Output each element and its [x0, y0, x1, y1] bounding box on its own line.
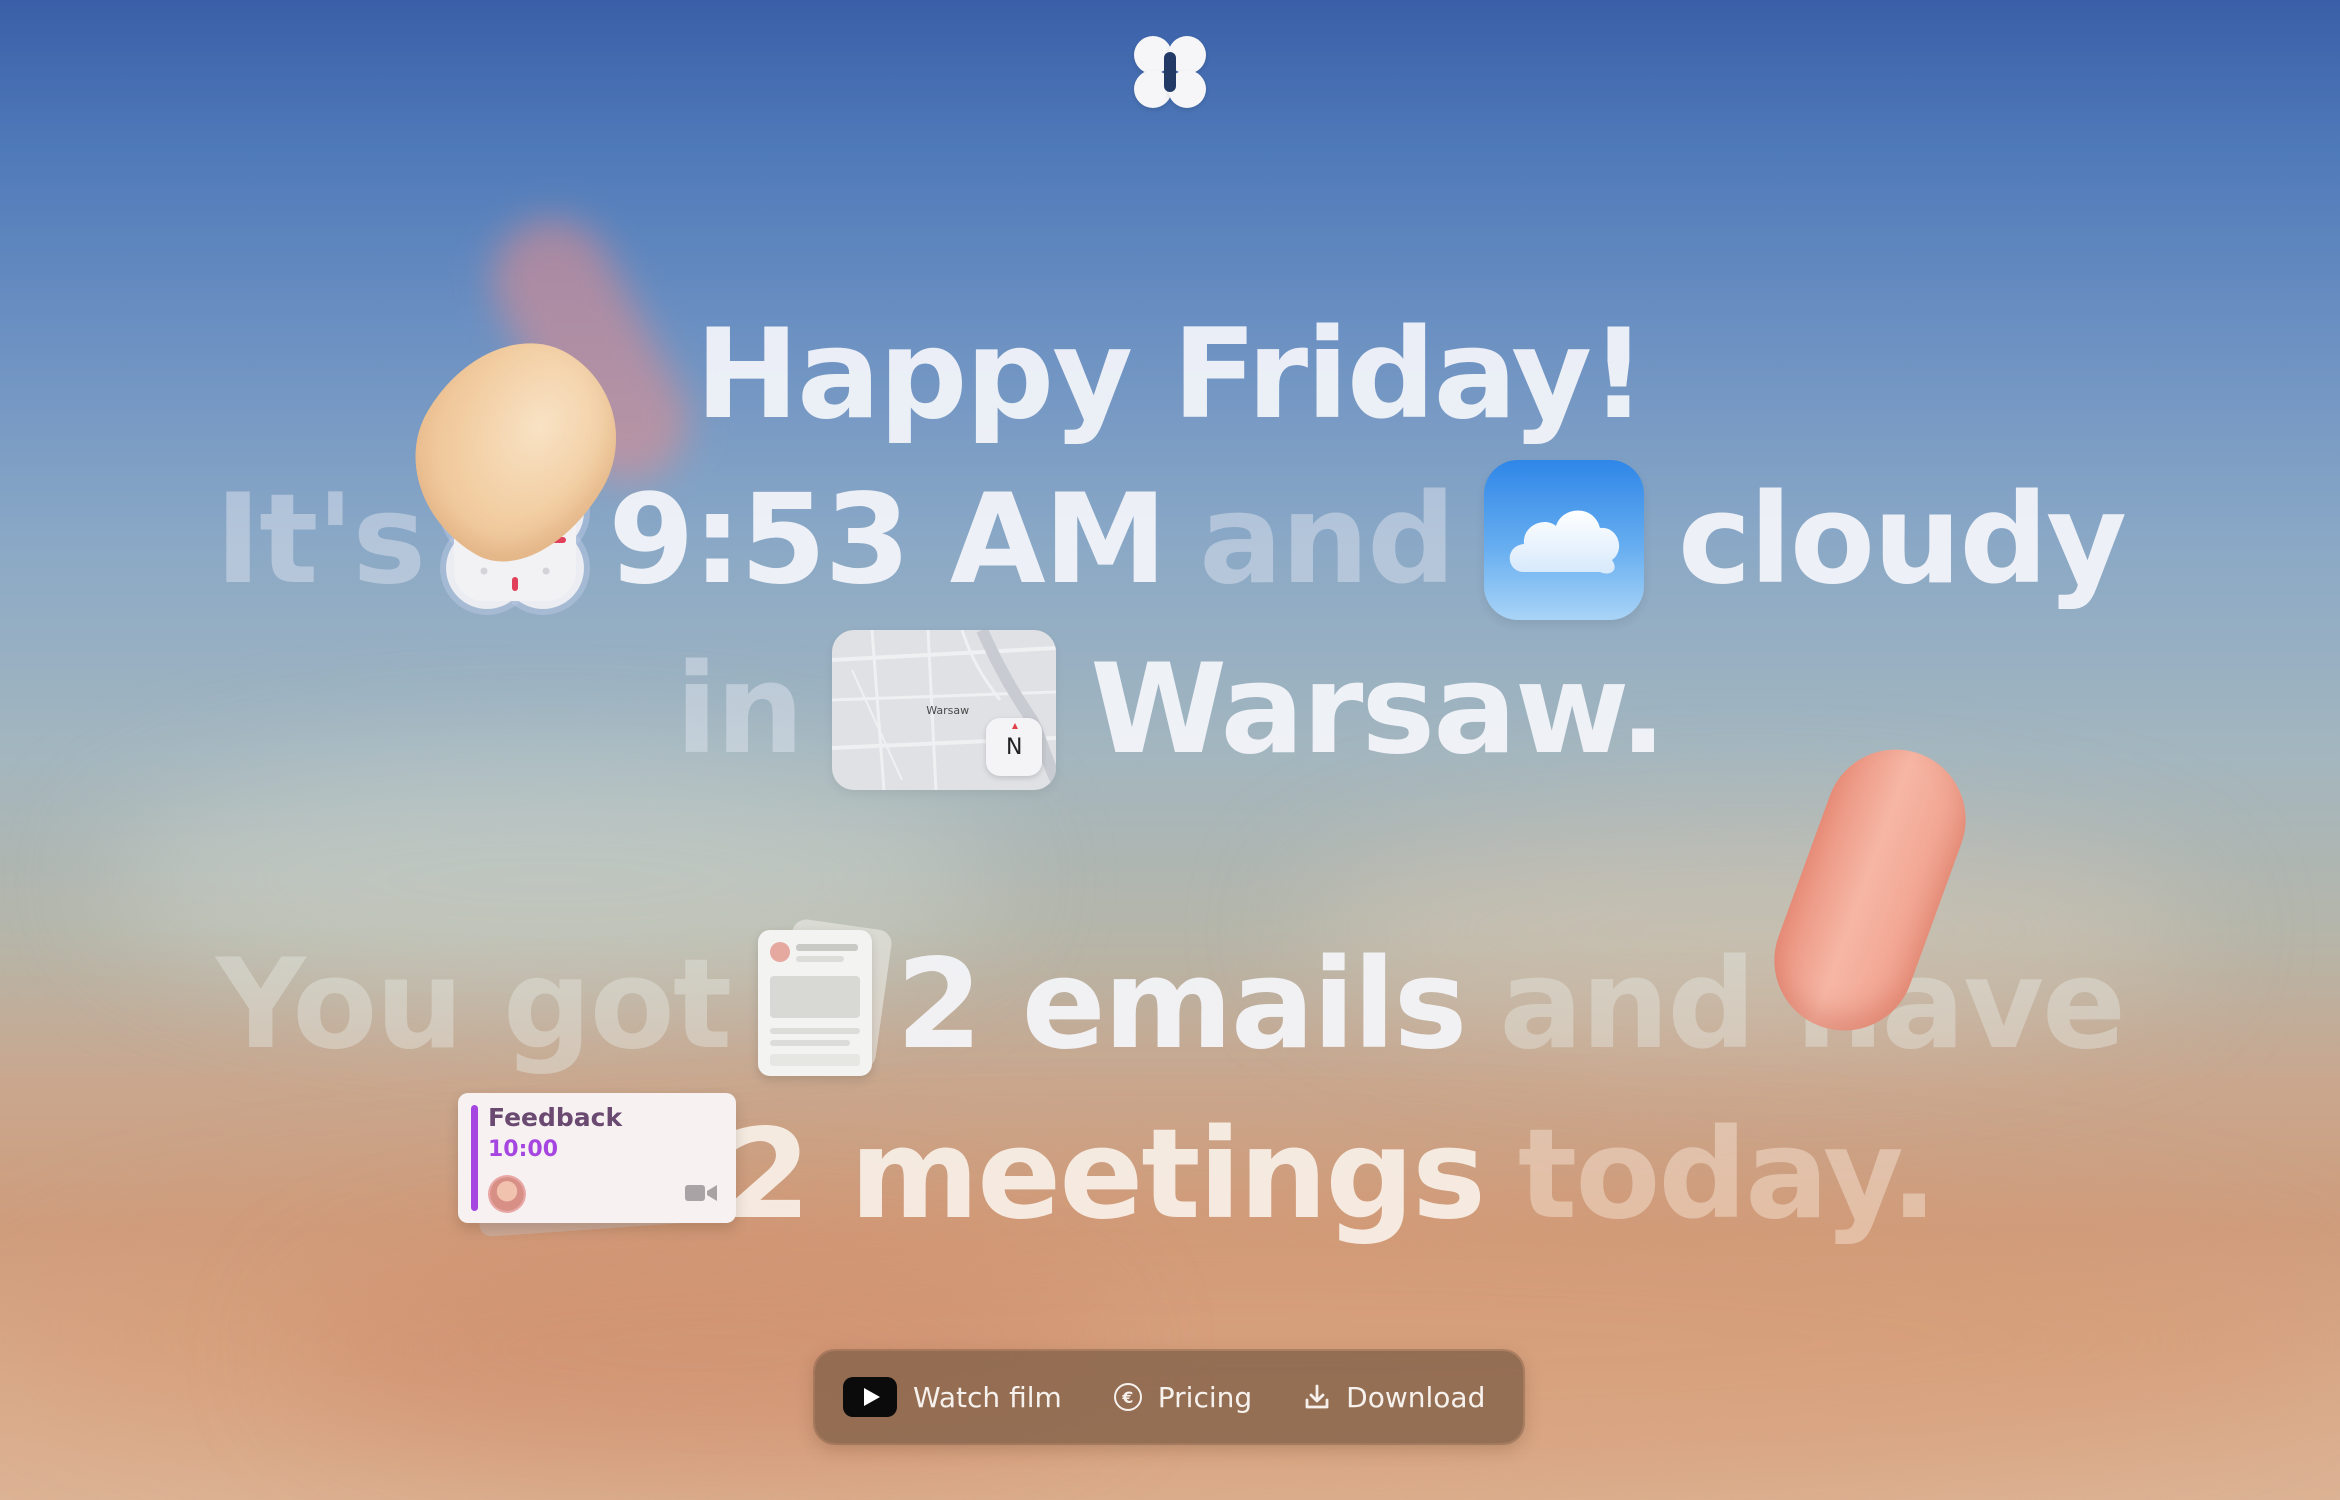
pricing-button[interactable]: € Pricing	[1113, 1367, 1253, 1427]
you-got-text: You got	[215, 933, 732, 1077]
pricing-label: Pricing	[1157, 1380, 1253, 1414]
clover-logo-icon[interactable]	[1134, 36, 1206, 108]
meeting-title: Feedback	[488, 1103, 623, 1132]
download-icon	[1305, 1384, 1329, 1409]
emails-count-text: 2 emails	[896, 933, 1467, 1077]
and-text: and	[1199, 468, 1456, 612]
headline-greeting-line: Happy Friday!	[0, 300, 2340, 450]
euro-circle-icon: €	[1113, 1383, 1142, 1411]
watch-film-button[interactable]: Watch film	[843, 1367, 1062, 1427]
download-button[interactable]: Download	[1304, 1367, 1485, 1427]
meeting-accent-bar	[471, 1105, 478, 1211]
its-text: It's	[215, 468, 426, 612]
greeting-text: Happy Friday!	[695, 303, 1646, 447]
headline-time-weather-line: It's 9:53 AM and cloudy	[0, 460, 2340, 620]
cloud-weather-icon[interactable]	[1483, 460, 1644, 620]
time-text: 9:53 AM	[608, 468, 1167, 612]
film-play-icon	[843, 1377, 897, 1417]
meeting-time: 10:00	[488, 1137, 559, 1162]
headline-location-line: in Warsaw N Warsaw.	[0, 630, 2340, 790]
download-label: Download	[1346, 1380, 1486, 1414]
avatar-icon	[490, 1177, 524, 1211]
map-city-label: Warsaw	[926, 704, 970, 717]
weather-text: cloudy	[1677, 468, 2127, 612]
map-widget-icon[interactable]: Warsaw N	[832, 630, 1057, 790]
compass-button[interactable]: N	[986, 718, 1043, 776]
in-text: in	[675, 638, 804, 782]
headline-emails-line: You got 2 emails and have	[0, 917, 2340, 1085]
headline-meetings-line: 2 meetings today.	[0, 1095, 2340, 1255]
video-camera-icon[interactable]	[684, 1183, 718, 1203]
city-text: Warsaw.	[1090, 638, 1666, 782]
email-stack-icon[interactable]	[758, 917, 894, 1080]
bottom-nav-dock: Watch film € Pricing Download	[815, 1351, 1523, 1443]
compass-label: N	[1005, 734, 1023, 760]
meeting-card[interactable]: Feedback 10:00	[458, 1093, 736, 1238]
watch-film-label: Watch film	[913, 1380, 1062, 1414]
meetings-count-text: 2 meetings	[724, 1103, 1485, 1247]
today-text: today.	[1517, 1103, 1938, 1247]
